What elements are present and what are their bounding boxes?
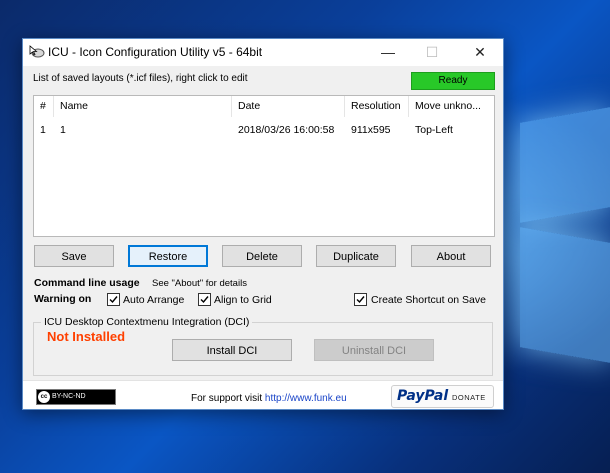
cmdline-hint: See "About" for details [152, 278, 247, 289]
support-text: For support visit http://www.funk.eu [191, 393, 347, 404]
layouts-hint: List of saved layouts (*.icf files), rig… [33, 73, 248, 84]
dci-group-title: ICU Desktop Contextmenu Integration (DCI… [41, 316, 253, 328]
warning-label: Warning on [34, 293, 92, 305]
uninstall-dci-button: Uninstall DCI [314, 339, 434, 361]
cell-move: Top-Left [415, 124, 453, 136]
save-button[interactable]: Save [34, 245, 114, 267]
restore-button[interactable]: Restore [128, 245, 208, 267]
support-prefix: For support visit [191, 393, 263, 404]
creative-commons-icon: cc [38, 391, 50, 403]
cell-resolution: 911x595 [351, 124, 391, 136]
create-shortcut-checkbox[interactable] [354, 293, 367, 306]
minimize-button[interactable]: — [365, 39, 411, 66]
column-header-resolution[interactable]: Resolution [345, 96, 409, 117]
status-badge: Ready [411, 72, 495, 90]
column-header-date[interactable]: Date [232, 96, 345, 117]
dci-status: Not Installed [47, 329, 126, 344]
cell-index: 1 [40, 124, 46, 136]
column-header-move[interactable]: Move unkno... [409, 96, 487, 117]
about-button[interactable]: About [411, 245, 491, 267]
create-shortcut-label[interactable]: Create Shortcut on Save [371, 294, 486, 306]
paypal-logo: PayPal [397, 388, 449, 404]
window-title: ICU - Icon Configuration Utility v5 - 64… [48, 45, 263, 59]
cell-name: 1 [60, 124, 66, 136]
delete-button[interactable]: Delete [222, 245, 302, 267]
auto-arrange-label[interactable]: Auto Arrange [123, 294, 184, 306]
title-bar[interactable]: ICU - Icon Configuration Utility v5 - 64… [23, 39, 503, 66]
support-link[interactable]: http://www.funk.eu [265, 393, 347, 404]
mouse-cursor-icon [29, 45, 45, 59]
column-header-name[interactable]: Name [54, 96, 232, 117]
auto-arrange-checkbox[interactable] [107, 293, 120, 306]
donate-label: DONATE [452, 393, 486, 402]
align-to-grid-label[interactable]: Align to Grid [214, 294, 272, 306]
footer: cc BY-NC-ND For support visit http://www.… [23, 380, 503, 409]
close-button[interactable]: ✕ [457, 39, 503, 66]
cell-date: 2018/03/26 16:00:58 [238, 124, 335, 136]
layouts-list[interactable]: # Name Date Resolution Move unkno... 1 1… [33, 95, 495, 237]
install-dci-button[interactable]: Install DCI [172, 339, 292, 361]
paypal-donate-button[interactable]: PayPal DONATE [391, 385, 494, 408]
cc-license-badge[interactable]: cc BY-NC-ND [36, 389, 116, 405]
license-text: BY-NC-ND [52, 393, 86, 400]
column-header-index[interactable]: # [34, 96, 54, 117]
desktop-windows-logo [500, 95, 610, 425]
icu-window: ICU - Icon Configuration Utility v5 - 64… [22, 38, 504, 410]
align-to-grid-checkbox[interactable] [198, 293, 211, 306]
maximize-button[interactable]: ☐ [409, 39, 455, 66]
duplicate-button[interactable]: Duplicate [316, 245, 396, 267]
cmdline-label: Command line usage [34, 277, 140, 289]
